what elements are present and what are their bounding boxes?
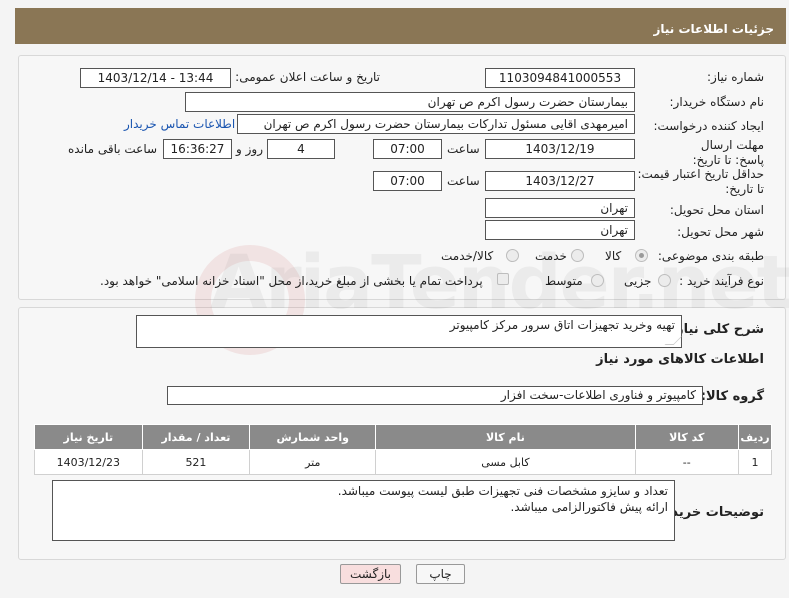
- category-option-goods: کالا: [605, 249, 622, 263]
- announce-datetime-field[interactable]: 1403/12/14 - 13:44: [80, 68, 231, 88]
- requester-field[interactable]: امیرمهدی اقایی مسئول تدارکات بیمارستان ح…: [237, 114, 635, 134]
- process-option-minor: جزیی: [624, 274, 652, 288]
- goods-group-label: گروه کالا:: [700, 389, 764, 404]
- goods-group-field[interactable]: کامپیوتر و فناوری اطلاعات-سخت افزار: [167, 386, 703, 405]
- buyer-org-field[interactable]: بیمارستان حضرت رسول اکرم ص تهران: [185, 92, 635, 112]
- process-radio-minor[interactable]: [658, 274, 671, 287]
- delivery-province-label: استان محل تحویل:: [669, 203, 764, 217]
- print-button[interactable]: چاپ: [416, 564, 465, 584]
- cell-row-no: 1: [738, 449, 772, 475]
- buyer-contact-link[interactable]: اطلاعات تماس خریدار: [124, 117, 235, 131]
- category-radio-goods-service[interactable]: [506, 249, 519, 262]
- goods-table-header-row: ردیف کد کالا نام کالا واحد شمارش تعداد /…: [34, 424, 772, 450]
- cell-name: کابل مسی: [375, 449, 636, 475]
- requester-label: ایجاد کننده درخواست:: [653, 119, 764, 133]
- col-header-row-no: ردیف: [738, 424, 772, 450]
- reply-deadline-time-field[interactable]: 07:00: [373, 139, 442, 159]
- need-number-label: شماره نیاز:: [707, 70, 764, 84]
- reply-deadline-time-label: ساعت: [447, 142, 480, 156]
- goods-info-title: اطلاعات کالاهای مورد نیاز: [596, 352, 764, 367]
- announce-datetime-label: تاریخ و ساعت اعلان عمومی:: [235, 70, 380, 84]
- delivery-province-field[interactable]: تهران: [485, 198, 635, 218]
- remaining-days-field[interactable]: 4: [267, 139, 335, 159]
- process-option-medium: متوسط: [545, 274, 583, 288]
- treasury-bonds-text: پرداخت تمام یا بخشی از مبلغ خرید،از محل …: [100, 274, 483, 288]
- remaining-days-label: روز و: [236, 142, 263, 156]
- price-validity-date-field[interactable]: 1403/12/27: [485, 171, 635, 191]
- table-row[interactable]: 1 -- کابل مسی متر 521 1403/12/23: [34, 449, 772, 475]
- buyer-notes-line: ارائه پیش فاکتورالزامی میباشد.: [510, 500, 668, 514]
- category-option-goods-service: کالا/خدمت: [441, 249, 494, 263]
- category-option-service: خدمت: [535, 249, 567, 263]
- col-header-quantity: تعداد / مقدار: [141, 424, 251, 450]
- cell-unit: متر: [249, 449, 377, 475]
- category-radio-service[interactable]: [571, 249, 584, 262]
- price-validity-label: حداقل تاریخ اعتبار قیمت: تا تاریخ:: [637, 167, 764, 196]
- remaining-time-field[interactable]: 16:36:27: [163, 139, 232, 159]
- treasury-bonds-checkbox[interactable]: [497, 273, 509, 285]
- description-label: شرح کلی نیاز:: [670, 322, 764, 337]
- reply-deadline-label: مهلت ارسال پاسخ: تا تاریخ:: [692, 138, 764, 167]
- need-number-field[interactable]: 1103094841000553: [485, 68, 635, 88]
- goods-table: ردیف کد کالا نام کالا واحد شمارش تعداد /…: [34, 424, 772, 475]
- reply-deadline-date-field[interactable]: 1403/12/19: [485, 139, 635, 159]
- back-button[interactable]: بازگشت: [340, 564, 401, 584]
- buyer-notes-textarea[interactable]: تعداد و سایزو مشخصات فنی تجهیزات طبق لیس…: [52, 480, 675, 541]
- category-label: طبقه بندی موضوعی:: [657, 249, 764, 263]
- purchase-process-label: نوع فرآیند خرید :: [679, 274, 764, 288]
- cell-code: --: [634, 449, 740, 475]
- price-validity-time-field[interactable]: 07:00: [373, 171, 442, 191]
- delivery-city-label: شهر محل تحویل:: [677, 225, 764, 239]
- process-radio-medium[interactable]: [591, 274, 604, 287]
- remaining-time-label: ساعت باقی مانده: [68, 142, 158, 156]
- buyer-org-label: نام دستگاه خریدار:: [669, 95, 765, 109]
- description-text: تهیه وخرید تجهیزات اتاق سرور مرکز کامپیو…: [449, 318, 675, 332]
- col-header-name: نام کالا: [375, 424, 636, 450]
- category-radio-goods[interactable]: [635, 249, 648, 262]
- page-header: جزئیات اطلاعات نیاز: [15, 8, 786, 44]
- col-header-unit: واحد شمارش: [249, 424, 377, 450]
- resize-grip-icon[interactable]: [664, 336, 683, 345]
- cell-quantity: 521: [141, 449, 251, 475]
- description-textarea[interactable]: تهیه وخرید تجهیزات اتاق سرور مرکز کامپیو…: [136, 315, 683, 348]
- price-validity-time-label: ساعت: [447, 174, 480, 188]
- page-title: جزئیات اطلاعات نیاز: [653, 22, 774, 36]
- col-header-code: کد کالا: [634, 424, 740, 450]
- delivery-city-field[interactable]: تهران: [485, 220, 635, 240]
- cell-need-date: 1403/12/23: [34, 449, 143, 475]
- col-header-need-date: تاریخ نیاز: [34, 424, 143, 450]
- buyer-notes-line: تعداد و سایزو مشخصات فنی تجهیزات طبق لیس…: [337, 484, 668, 498]
